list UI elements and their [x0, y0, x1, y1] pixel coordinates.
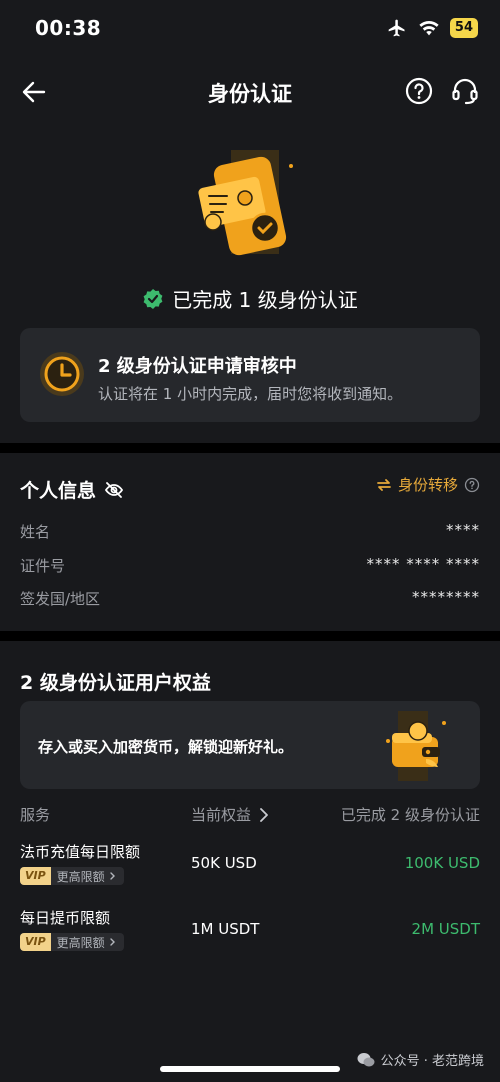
info-value: ****	[446, 521, 480, 539]
level-1-completed: 已完成 1 级身份认证	[0, 284, 500, 313]
help-icon[interactable]	[404, 76, 434, 106]
info-row-name: 姓名 ****	[20, 521, 480, 542]
vip-badge: VIP	[20, 933, 51, 951]
info-question-icon[interactable]	[464, 477, 480, 493]
personal-info-title: 个人信息	[20, 476, 124, 503]
review-subtitle: 认证将在 1 小时内完成，届时您将收到通知。	[98, 385, 403, 403]
info-value: ********	[412, 588, 480, 606]
hide-eye-icon[interactable]	[104, 480, 124, 500]
benefit-level-2: 2M USDT	[411, 920, 480, 938]
wechat-watermark: 公众号 · 老范跨境	[357, 1050, 484, 1069]
benefit-name: 每日提币限额	[20, 909, 111, 927]
level-1-completed-text: 已完成 1 级身份认证	[172, 288, 358, 312]
vip-higher-limit-label: 更高限额	[56, 935, 105, 950]
airplane-icon	[388, 19, 405, 37]
info-row-country: 签发国/地区 ********	[20, 588, 480, 609]
personal-info-label: 个人信息	[20, 480, 97, 502]
section-divider	[0, 631, 500, 641]
benefit-current: 50K USD	[191, 854, 257, 872]
benefits-title: 2 级身份认证用户权益	[20, 672, 211, 694]
verified-check-icon	[143, 288, 163, 309]
clock-icon	[40, 352, 84, 396]
header-level-2: 已完成 2 级身份认证	[340, 806, 480, 824]
vip-badge: VIP	[20, 867, 51, 885]
watermark-text: 公众号 · 老范跨境	[380, 1054, 484, 1069]
chevron-right-icon	[109, 872, 115, 880]
battery-indicator: 54	[449, 18, 478, 38]
id-verification-illustration	[198, 150, 293, 256]
review-title: 2 级身份认证申请审核中	[98, 356, 297, 377]
benefit-row-daily-withdrawal: 每日提币限额 VIP 更高限额 1M USDT 2M USDT	[20, 907, 480, 957]
info-label: 签发国/地区	[20, 590, 101, 608]
vip-higher-limit[interactable]: VIP 更高限额	[20, 933, 124, 951]
identity-transfer-link[interactable]: 身份转移	[376, 474, 480, 495]
benefit-row-fiat-deposit: 法币充值每日限额 VIP 更高限额 50K USD 100K USD	[20, 841, 480, 891]
review-status-card: 2 级身份认证申请审核中 认证将在 1 小时内完成，届时您将收到通知。	[20, 328, 480, 422]
vip-higher-limit-label: 更高限额	[56, 869, 105, 884]
chevron-right-icon	[260, 807, 268, 822]
benefit-current: 1M USDT	[191, 920, 260, 938]
info-label: 证件号	[20, 557, 66, 575]
identity-transfer-label: 身份转移	[397, 476, 458, 494]
home-indicator[interactable]	[160, 1066, 340, 1072]
vip-higher-limit[interactable]: VIP 更高限额	[20, 867, 124, 885]
header-service: 服务	[20, 806, 51, 824]
section-divider	[0, 443, 500, 453]
benefit-name: 法币充值每日限额	[20, 843, 141, 861]
customer-support-icon[interactable]	[450, 76, 480, 106]
status-time: 00:38	[35, 16, 102, 40]
chevron-right-icon	[109, 938, 115, 946]
deposit-promo-card[interactable]: 存入或买入加密货币，解锁迎新好礼。	[20, 701, 480, 789]
promo-text: 存入或买入加密货币，解锁迎新好礼。	[38, 738, 294, 756]
benefits-table-header: 服务 当前权益 已完成 2 级身份认证	[20, 804, 480, 826]
header-current-label: 当前权益	[191, 806, 252, 824]
wallet-gift-icon	[386, 711, 446, 781]
info-row-id-number: 证件号 **** **** ****	[20, 555, 480, 576]
status-icons: 54	[386, 18, 478, 38]
top-nav: 身份认证	[0, 64, 500, 120]
benefit-level-2: 100K USD	[404, 854, 480, 872]
transfer-arrows-icon	[377, 478, 391, 491]
wechat-icon	[357, 1052, 375, 1066]
status-bar: 00:38 54	[0, 0, 500, 56]
info-value: **** **** ****	[366, 555, 480, 573]
info-label: 姓名	[20, 523, 51, 541]
header-current-benefits[interactable]: 当前权益	[191, 804, 269, 825]
wifi-icon	[419, 21, 439, 36]
